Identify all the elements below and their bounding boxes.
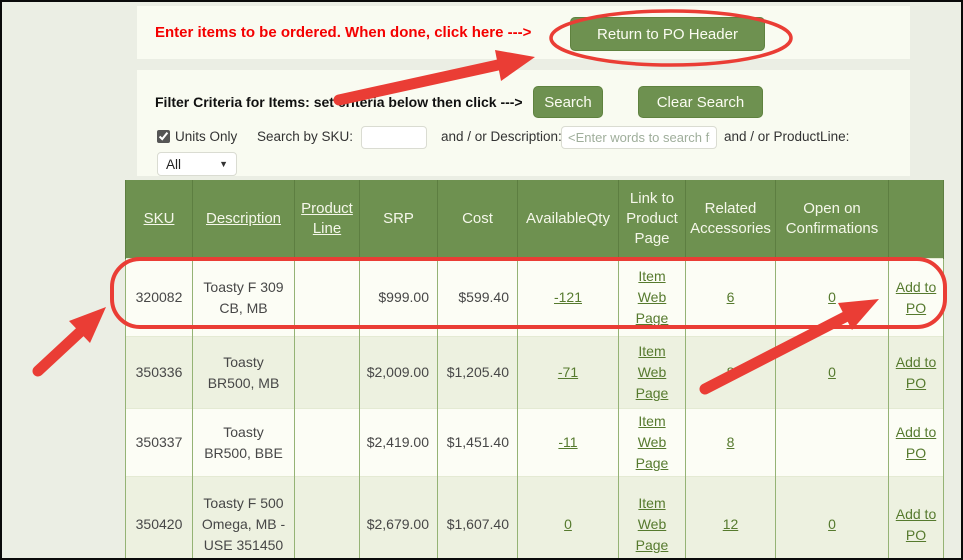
add-to-po-link[interactable]: Add to PO xyxy=(896,354,936,391)
add-to-po-cell: Add to PO xyxy=(889,477,944,560)
related-accessories-link[interactable]: 12 xyxy=(723,516,739,532)
open-confirmations-link[interactable]: 0 xyxy=(828,289,836,305)
available-qty-cell: -121 xyxy=(518,259,619,337)
search-by-sku-label: Search by SKU: xyxy=(257,129,353,144)
annotation-arrow-to-first-row xyxy=(38,307,106,371)
related-accessories-cell: 8 xyxy=(686,337,776,409)
cost-cell: $1,451.40 xyxy=(438,409,518,477)
item-web-page-cell: Item Web Page xyxy=(619,477,686,560)
item-web-page-link[interactable]: Item Web Page xyxy=(636,343,669,401)
description-search-input[interactable] xyxy=(561,126,717,149)
col-product-line: Product Line xyxy=(295,180,360,259)
srp-cell: $999.00 xyxy=(360,259,438,337)
srp-cell: $2,419.00 xyxy=(360,409,438,477)
add-to-po-cell: Add to PO xyxy=(889,259,944,337)
po-item-entry-screen: Enter items to be ordered. When done, cl… xyxy=(0,0,963,560)
item-web-page-cell: Item Web Page xyxy=(619,337,686,409)
filter-panel: Filter Criteria for Items: set criteria … xyxy=(137,70,910,176)
available-qty-link[interactable]: -11 xyxy=(558,434,577,450)
open-confirmations-link[interactable]: 0 xyxy=(828,364,836,380)
related-accessories-cell: 8 xyxy=(686,409,776,477)
description-cell: Toasty F 309 CB, MB xyxy=(193,259,295,337)
related-accessories-link[interactable]: 8 xyxy=(727,364,735,380)
chevron-down-icon: ▼ xyxy=(219,159,228,169)
related-accessories-link[interactable]: 8 xyxy=(727,434,735,450)
add-to-po-link[interactable]: Add to PO xyxy=(896,279,936,316)
description-cell: Toasty BR500, BBE xyxy=(193,409,295,477)
table-row: 350336 Toasty BR500, MB $2,009.00 $1,205… xyxy=(126,337,944,409)
related-accessories-cell: 6 xyxy=(686,259,776,337)
product-line-select[interactable]: All ▼ xyxy=(157,152,237,176)
sku-sort-link[interactable]: SKU xyxy=(144,210,175,227)
col-add-to-po xyxy=(889,180,944,259)
open-confirmations-cell: 0 xyxy=(776,337,889,409)
product-line-selected-value: All xyxy=(166,157,181,172)
description-label: and / or Description: xyxy=(441,129,562,144)
item-web-page-cell: Item Web Page xyxy=(619,259,686,337)
description-sort-link[interactable]: Description xyxy=(206,210,281,227)
col-link: Link to Product Page xyxy=(619,180,686,259)
search-button[interactable]: Search xyxy=(533,86,603,118)
cost-cell: $1,205.40 xyxy=(438,337,518,409)
item-web-page-link[interactable]: Item Web Page xyxy=(636,413,669,471)
available-qty-link[interactable]: 0 xyxy=(564,516,572,532)
available-qty-cell: -71 xyxy=(518,337,619,409)
product-line-cell xyxy=(295,259,360,337)
available-qty-cell: -11 xyxy=(518,409,619,477)
items-table: SKU Description Product Line SRP Cost Av… xyxy=(125,180,944,560)
open-confirmations-cell: 0 xyxy=(776,259,889,337)
related-accessories-link[interactable]: 6 xyxy=(727,289,735,305)
sku-cell: 350420 xyxy=(126,477,193,560)
sku-search-input[interactable] xyxy=(361,126,427,149)
open-confirmations-cell xyxy=(776,409,889,477)
product-line-cell xyxy=(295,409,360,477)
item-web-page-cell: Item Web Page xyxy=(619,409,686,477)
col-related-accessories: Related Accessories xyxy=(686,180,776,259)
table-row: 320082 Toasty F 309 CB, MB $999.00 $599.… xyxy=(126,259,944,337)
return-to-po-header-button[interactable]: Return to PO Header xyxy=(570,17,765,51)
col-description: Description xyxy=(193,180,295,259)
col-cost: Cost xyxy=(438,180,518,259)
col-sku: SKU xyxy=(126,180,193,259)
units-only-checkbox[interactable] xyxy=(157,130,170,143)
table-header-row: SKU Description Product Line SRP Cost Av… xyxy=(126,180,944,259)
units-only-label: Units Only xyxy=(175,129,237,144)
related-accessories-cell: 12 xyxy=(686,477,776,560)
sku-cell: 350337 xyxy=(126,409,193,477)
col-srp: SRP xyxy=(360,180,438,259)
table-row: 350337 Toasty BR500, BBE $2,419.00 $1,45… xyxy=(126,409,944,477)
open-confirmations-link[interactable]: 0 xyxy=(828,516,836,532)
product-line-cell xyxy=(295,337,360,409)
srp-cell: $2,679.00 xyxy=(360,477,438,560)
srp-cell: $2,009.00 xyxy=(360,337,438,409)
add-to-po-cell: Add to PO xyxy=(889,337,944,409)
product-line-cell xyxy=(295,477,360,560)
sku-cell: 320082 xyxy=(126,259,193,337)
description-cell: Toasty BR500, MB xyxy=(193,337,295,409)
cost-cell: $1,607.40 xyxy=(438,477,518,560)
instruction-banner: Enter items to be ordered. When done, cl… xyxy=(137,6,910,59)
description-cell: Toasty F 500 Omega, MB - USE 351450 xyxy=(193,477,295,560)
add-to-po-cell: Add to PO xyxy=(889,409,944,477)
product-line-sort-link[interactable]: Product Line xyxy=(301,200,353,237)
available-qty-link[interactable]: -71 xyxy=(558,364,578,380)
available-qty-cell: 0 xyxy=(518,477,619,560)
col-available-qty: AvailableQty xyxy=(518,180,619,259)
add-to-po-link[interactable]: Add to PO xyxy=(896,506,936,543)
available-qty-link[interactable]: -121 xyxy=(554,289,582,305)
filter-title: Filter Criteria for Items: set criteria … xyxy=(155,94,523,110)
clear-search-button[interactable]: Clear Search xyxy=(638,86,763,118)
item-web-page-link[interactable]: Item Web Page xyxy=(636,268,669,326)
product-line-label: and / or ProductLine: xyxy=(724,129,849,144)
sku-cell: 350336 xyxy=(126,337,193,409)
open-confirmations-cell: 0 xyxy=(776,477,889,560)
cost-cell: $599.40 xyxy=(438,259,518,337)
add-to-po-link[interactable]: Add to PO xyxy=(896,424,936,461)
table-row: 350420 Toasty F 500 Omega, MB - USE 3514… xyxy=(126,477,944,560)
item-web-page-link[interactable]: Item Web Page xyxy=(636,495,669,553)
col-open-confirmations: Open on Confirmations xyxy=(776,180,889,259)
instruction-text: Enter items to be ordered. When done, cl… xyxy=(155,6,531,59)
